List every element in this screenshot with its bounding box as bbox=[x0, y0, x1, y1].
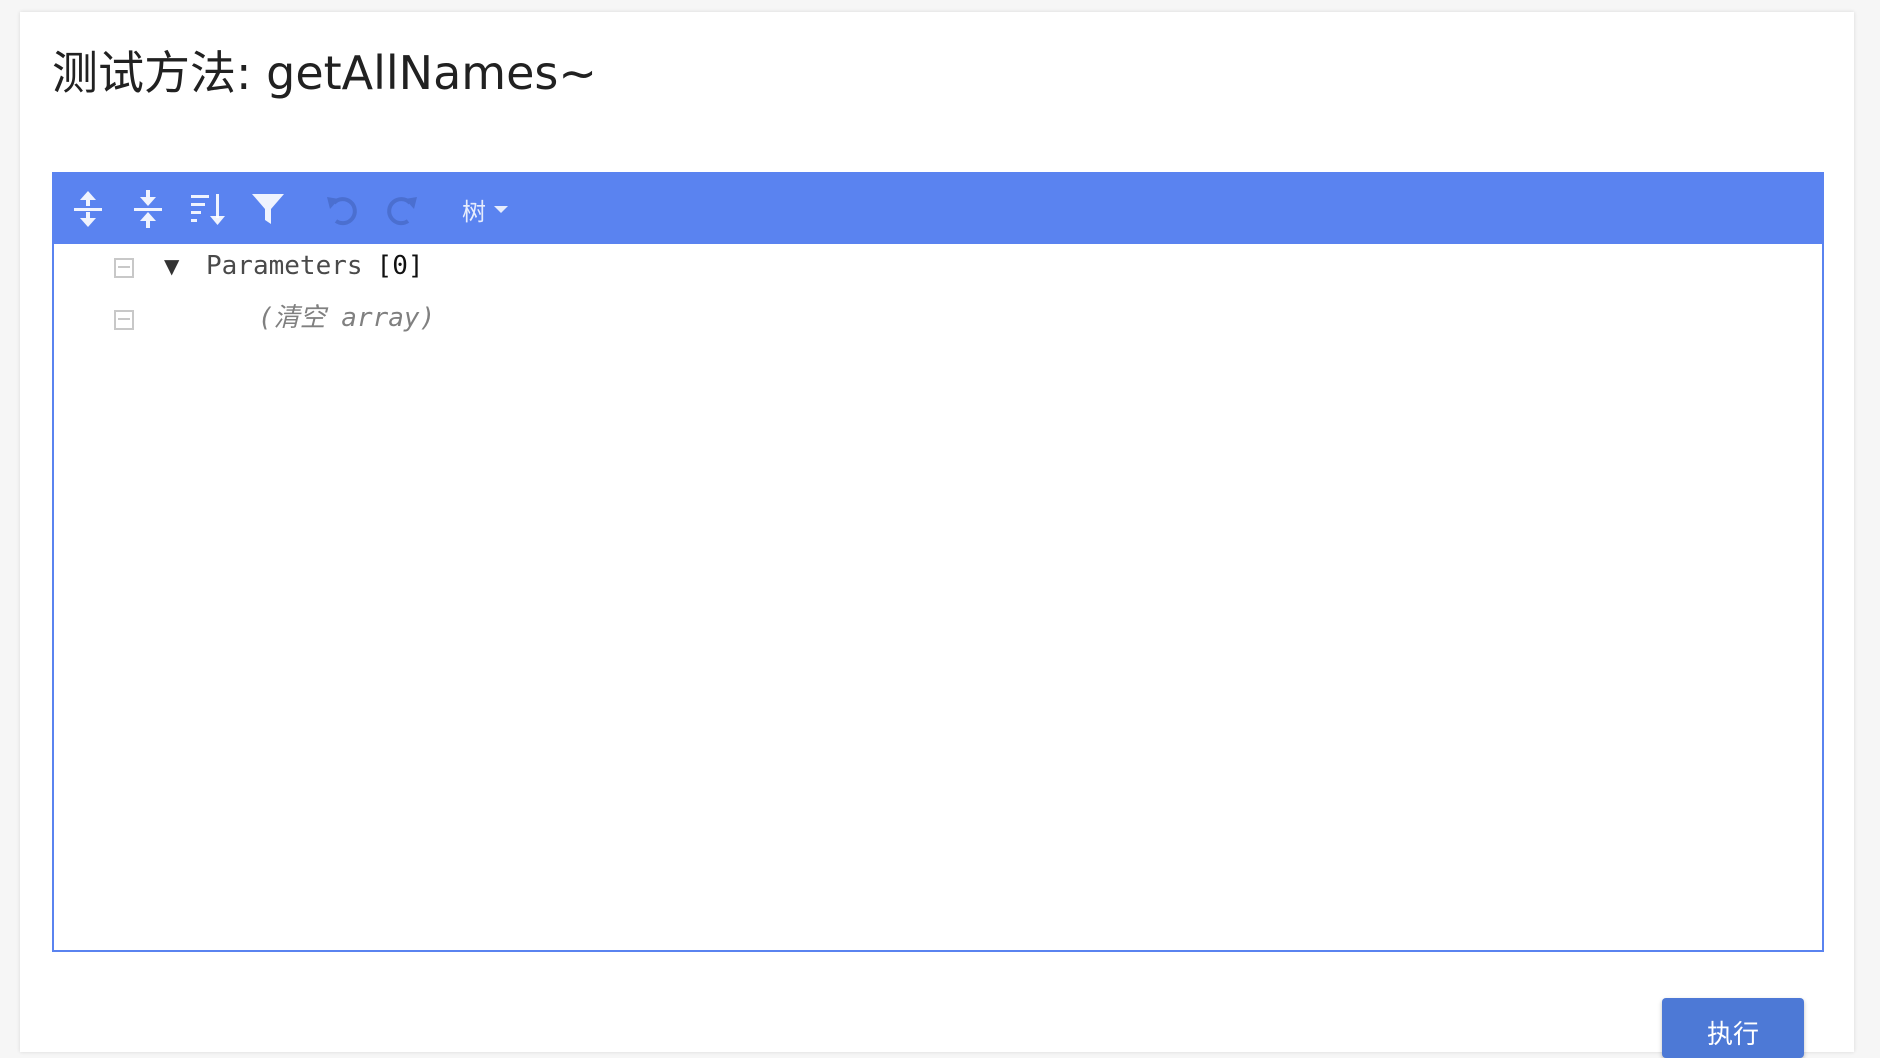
tree-field-root[interactable]: Parameters [0] bbox=[206, 250, 424, 284]
collapse-all-button[interactable] bbox=[124, 185, 172, 233]
filter-icon bbox=[252, 194, 284, 224]
filter-button[interactable] bbox=[244, 185, 292, 233]
collapse-all-icon bbox=[134, 190, 162, 228]
sort-icon bbox=[191, 194, 225, 225]
field-count: [0] bbox=[376, 251, 424, 281]
undo-button[interactable] bbox=[318, 185, 366, 233]
page-title: 测试方法: getAllNames~ bbox=[52, 46, 597, 100]
tree-row-root: ▼ Parameters [0] bbox=[54, 244, 1822, 296]
content-card: 测试方法: getAllNames~ 树 ▼ Parameters [0] (清… bbox=[20, 12, 1854, 1058]
json-editor: 树 ▼ Parameters [0] (清空 array) bbox=[52, 172, 1824, 952]
redo-button[interactable] bbox=[378, 185, 426, 233]
redo-icon bbox=[387, 197, 417, 226]
undo-icon bbox=[327, 197, 357, 226]
sort-button[interactable] bbox=[184, 185, 232, 233]
tree-row-empty: (清空 array) bbox=[54, 296, 1822, 348]
empty-array-label: (清空 array) bbox=[258, 303, 436, 333]
chevron-down-icon bbox=[494, 205, 508, 213]
drag-handle-icon[interactable] bbox=[114, 258, 134, 278]
expand-all-icon bbox=[74, 191, 102, 227]
expand-all-button[interactable] bbox=[64, 185, 112, 233]
collapse-triangle-icon[interactable]: ▼ bbox=[164, 256, 179, 276]
drag-handle-icon[interactable] bbox=[114, 310, 134, 330]
field-name: Parameters bbox=[206, 251, 363, 281]
execute-button[interactable]: 执行 bbox=[1662, 998, 1804, 1058]
editor-toolbar: 树 bbox=[54, 174, 1822, 244]
mode-label: 树 bbox=[462, 197, 486, 226]
mode-selector[interactable]: 树 bbox=[462, 188, 508, 230]
